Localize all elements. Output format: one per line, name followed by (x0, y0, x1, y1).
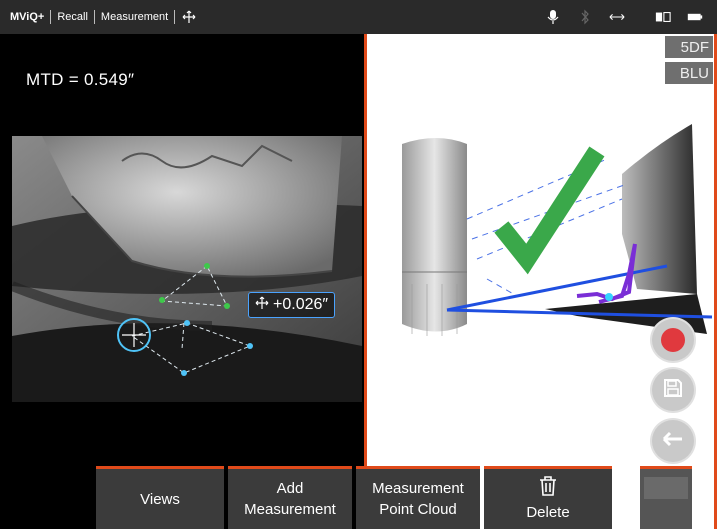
battery-icon (687, 9, 703, 25)
breadcrumb-measurement[interactable]: Measurement (95, 11, 174, 23)
status-icons (545, 0, 703, 34)
breadcrumb-recall[interactable]: Recall (51, 11, 94, 23)
move-icon (255, 296, 269, 315)
save-icon (663, 378, 683, 403)
back-button[interactable] (652, 420, 694, 462)
inspection-image-graphic (12, 136, 362, 402)
split-view-icon (655, 9, 671, 25)
measurement-value-label[interactable]: +0.026″ (248, 292, 336, 318)
mpc-label-1: Measurement (372, 480, 464, 497)
microphone-icon (545, 9, 561, 25)
save-button[interactable] (652, 369, 694, 411)
back-arrow-icon (662, 431, 684, 452)
views-label: Views (140, 490, 180, 508)
inspection-image[interactable] (12, 136, 362, 402)
delete-button[interactable]: Delete (484, 466, 612, 529)
trash-icon (539, 475, 557, 502)
views-button[interactable]: Views (96, 466, 224, 529)
app-brand: MViQ+ (10, 11, 45, 23)
add-measurement-label-1: Add (276, 480, 304, 497)
measurement-point-cloud-button[interactable]: Measurement Point Cloud (356, 466, 480, 529)
softkey-placeholder (644, 477, 688, 499)
top-bar: MViQ+ Recall Measurement (0, 0, 717, 34)
bluetooth-icon (577, 9, 593, 25)
stereo-badge: 5DF (665, 36, 713, 58)
add-measurement-label-2: Measurement (244, 501, 336, 518)
mtd-readout: MTD = 0.549″ (26, 70, 135, 89)
record-icon (661, 328, 685, 352)
move-icon (181, 9, 197, 25)
divider (174, 10, 176, 24)
network-icon (609, 9, 625, 25)
mpc-label-2: Point Cloud (379, 501, 457, 518)
unused-softkey[interactable] (640, 466, 692, 529)
delete-label: Delete (526, 503, 570, 521)
softkey-bar: Views Add Measurement Measurement Point … (96, 466, 612, 529)
measurement-value: +0.026″ (273, 296, 329, 313)
color-badge: BLU (665, 62, 713, 84)
add-measurement-button[interactable]: Add Measurement (228, 466, 352, 529)
record-button[interactable] (652, 319, 694, 361)
